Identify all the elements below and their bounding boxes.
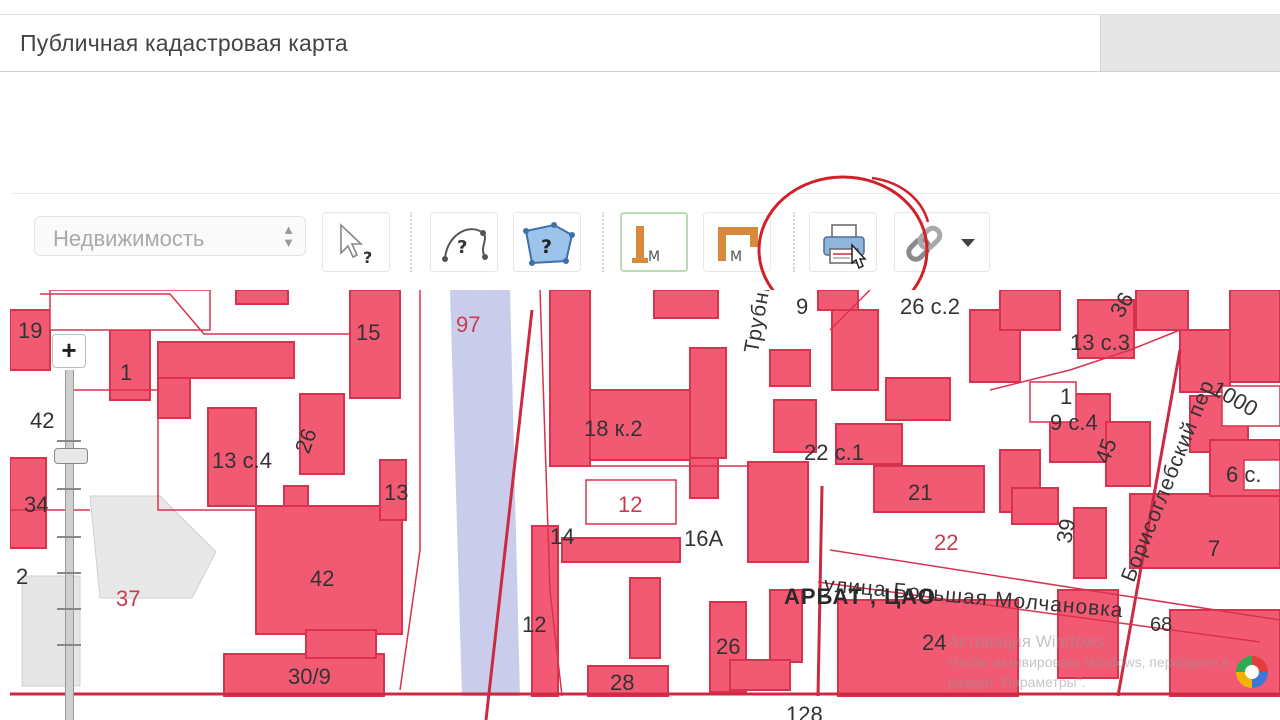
parcel-label: 24 xyxy=(922,630,947,655)
parcel-label: 18 к.2 xyxy=(584,416,643,441)
parcel-label: 26 xyxy=(716,634,741,659)
layer-select-value: Недвижимость xyxy=(53,226,205,251)
measure-distance-button[interactable]: M xyxy=(620,212,688,272)
app-title: Публичная кадастровая карта xyxy=(20,30,348,56)
parcel-label: 1 xyxy=(120,360,133,385)
parcel-label: 15 xyxy=(356,320,381,345)
parcel-label: 7 xyxy=(1208,536,1221,561)
zoom-tick xyxy=(57,572,81,574)
select-by-polygon-button[interactable]: ? xyxy=(513,212,581,272)
parcel-label: 16А xyxy=(684,526,724,551)
cursor-question-icon: ? xyxy=(340,223,372,267)
select-by-polyline-button[interactable]: ? xyxy=(430,212,498,272)
chain-link-icon xyxy=(906,225,943,262)
zoom-tick xyxy=(57,536,81,538)
parcel-label: 13 xyxy=(384,480,409,505)
zoom-slider-handle[interactable] xyxy=(54,448,88,464)
parcel-label: 13 с.3 xyxy=(1070,330,1130,355)
zoom-tick xyxy=(57,608,81,610)
chevron-down-icon xyxy=(961,239,975,247)
watermark-line: Чтобы активировать Windows, перейдите в xyxy=(948,654,1230,670)
parcel-label: 26 с.2 xyxy=(900,294,960,319)
parcel-label: 22 xyxy=(934,530,959,555)
parcel-label: 13 с.4 xyxy=(212,448,272,473)
polygon-question-icon: ? xyxy=(523,222,575,266)
svg-text:?: ? xyxy=(457,237,467,258)
windows-activation-watermark: Активация Windows Чтобы активировать Win… xyxy=(948,632,1248,692)
parcel-label: 2 xyxy=(16,564,29,589)
parcel-label: 14 xyxy=(550,524,575,549)
parcel-label: 12 xyxy=(618,492,643,517)
ruler-m-icon: M xyxy=(632,226,660,265)
parcel-label: 97 xyxy=(456,312,481,337)
parcel-label: 12 xyxy=(522,612,547,637)
parcel-label: 42 xyxy=(310,566,335,591)
district-label: АРБАТ , ЦАО xyxy=(784,584,936,609)
parcel-label: 9 xyxy=(796,294,809,319)
watermark-line: Активация Windows xyxy=(948,632,1105,651)
parcel-label: 37 xyxy=(116,586,141,611)
toolbar-separator xyxy=(602,212,604,272)
watermark-line: раздел "Параметры". xyxy=(948,674,1086,690)
identify-tool-button[interactable]: ? xyxy=(322,212,390,272)
layer-select[interactable]: Недвижимость ▲ ▼ xyxy=(34,216,306,256)
print-button[interactable] xyxy=(809,212,877,272)
toolbar-separator xyxy=(410,212,412,272)
parcel-label: 30/9 xyxy=(288,664,331,689)
parcel-label: 1 xyxy=(1060,384,1073,409)
parcel-label: 39 xyxy=(1051,516,1081,546)
select-arrows-icon: ▲ ▼ xyxy=(282,222,295,250)
svg-text:?: ? xyxy=(363,248,372,267)
printer-icon xyxy=(823,224,867,270)
header-right-panel xyxy=(1100,15,1280,71)
zoom-tick xyxy=(57,488,81,490)
zoom-tick xyxy=(57,644,81,646)
zoom-slider-track[interactable] xyxy=(65,370,74,720)
map-toolbar: Недвижимость ▲ ▼ ? ? ? M M xyxy=(10,193,1280,290)
tray-logo-icon xyxy=(1236,656,1268,688)
toolbar-separator xyxy=(793,212,795,272)
zoom-in-button[interactable]: + xyxy=(52,334,86,368)
svg-text:M: M xyxy=(730,249,742,265)
measure-area-button[interactable]: M xyxy=(703,212,771,272)
parcel-label: 34 xyxy=(24,492,49,517)
link-dropdown-button[interactable] xyxy=(894,212,990,272)
svg-text:?: ? xyxy=(541,236,552,258)
svg-text:M: M xyxy=(648,249,660,265)
parcel-label: 42 xyxy=(30,408,55,433)
parcel-label: 22 с.1 xyxy=(804,440,864,465)
parcel-label: 128 xyxy=(786,702,823,720)
parcel-label: 9 с.4 xyxy=(1050,410,1098,435)
parcel-label: 19 xyxy=(18,318,43,343)
area-m-icon: M xyxy=(718,227,758,265)
app-header: Публичная кадастровая карта xyxy=(0,14,1280,72)
parcel-label: 28 xyxy=(610,670,635,695)
parcel-label: 6 с. xyxy=(1226,462,1262,487)
parcel-label: 21 xyxy=(908,480,933,505)
curve-question-icon: ? xyxy=(442,228,488,262)
zoom-tick xyxy=(57,440,81,442)
